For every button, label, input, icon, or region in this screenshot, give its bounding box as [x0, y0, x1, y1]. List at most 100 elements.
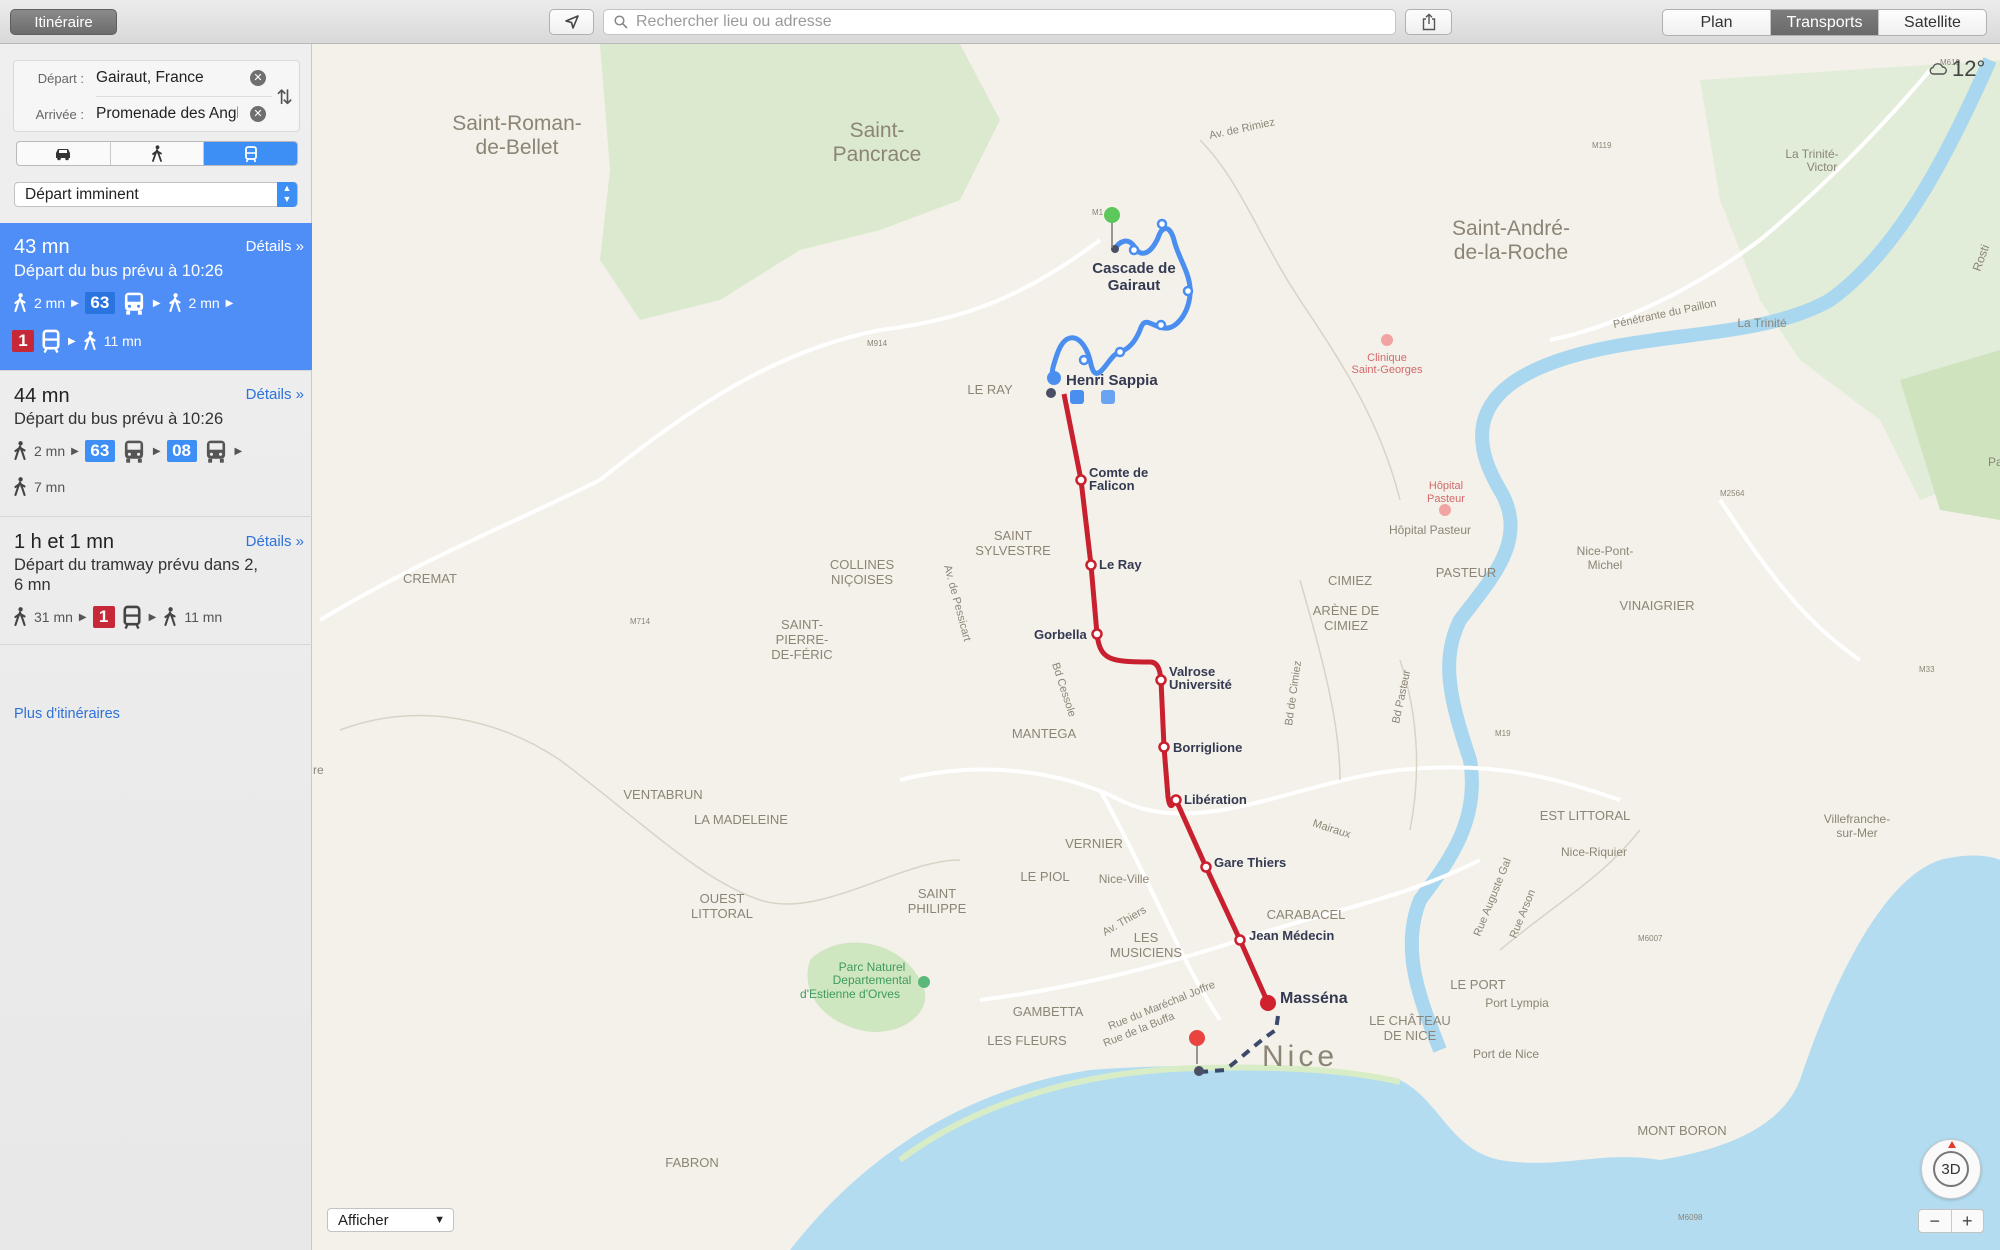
walk-icon	[14, 477, 26, 497]
place-label: Nice-Pont-	[1577, 544, 1634, 558]
depart-label: Départ :	[37, 70, 84, 86]
walk-duration: 2 mn	[34, 295, 66, 311]
hospital-icon	[1381, 334, 1393, 346]
itinerary-button[interactable]: Itinéraire	[10, 9, 117, 35]
place-label: MONT BORON	[1637, 1123, 1726, 1138]
walk-duration: 31 mn	[34, 609, 73, 625]
step-arrow-icon: ▶	[225, 297, 234, 309]
swap-icon[interactable]: ⇅	[276, 85, 293, 110]
place-label: Port de Nice	[1473, 1047, 1539, 1061]
place-label: Pa	[1988, 455, 2000, 469]
stop-label: Le Ray	[1099, 557, 1142, 572]
step-arrow-icon: ▶	[152, 297, 161, 309]
bus-stop-icon	[1070, 390, 1084, 404]
road-label: M2564	[1720, 489, 1745, 498]
place-label: sur-Mer	[1836, 826, 1877, 840]
map-canvas[interactable]: Saint-Roman- de-Bellet Saint- Pancrace S…	[312, 44, 2000, 1250]
search-input[interactable]	[634, 12, 1395, 32]
place-label: Pancrace	[833, 143, 922, 166]
show-menu-select[interactable]: Afficher ▼	[327, 1208, 454, 1232]
clear-arrive-icon[interactable]: ✕	[250, 106, 266, 122]
more-routes-link[interactable]: Plus d'itinéraires	[14, 706, 120, 722]
tram-icon	[244, 145, 257, 162]
place-label: Clinique	[1367, 352, 1407, 364]
route-duration: 43 mn	[14, 236, 70, 258]
place-label: LE PORT	[1450, 977, 1505, 992]
road-label: M914	[867, 339, 888, 348]
road-label: M6007	[1638, 934, 1663, 943]
arrive-label: Arrivée :	[35, 106, 84, 122]
compass-3d-button[interactable]: 3D	[1921, 1139, 1981, 1199]
details-link[interactable]: Détails »	[246, 386, 304, 403]
cloud-icon	[1929, 63, 1947, 75]
place-label: La Trinité	[1737, 316, 1787, 330]
bus-transfer-marker	[1047, 371, 1061, 385]
place-label: ARÈNE DE	[1313, 603, 1380, 618]
map-mode-satellite[interactable]: Satellite	[1878, 10, 1986, 35]
stop-label: Jean Médecin	[1249, 928, 1334, 943]
tram-line-badge: 1	[92, 606, 115, 628]
end-dot	[1194, 1066, 1204, 1076]
step-arrow-icon: ▶	[234, 445, 243, 457]
place-label: DE NICE	[1384, 1028, 1437, 1043]
map-mode-plan[interactable]: Plan	[1663, 10, 1770, 35]
mode-transit[interactable]	[203, 142, 297, 165]
route-steps: 2 mn ▶ 63 ▶ 2 mn ▶	[12, 290, 233, 316]
route-steps: 2 mn ▶ 63 ▶ 08 ▶	[12, 438, 242, 464]
details-link[interactable]: Détails »	[246, 238, 304, 255]
place-label: OUEST	[700, 891, 745, 906]
map-view[interactable]: Saint-Roman- de-Bellet Saint- Pancrace S…	[312, 44, 2000, 1250]
toolbar: Itinéraire Plan Transports Satellite	[0, 0, 2000, 44]
share-button[interactable]	[1405, 9, 1452, 35]
place-label: Hôpital	[1429, 480, 1463, 492]
route-option-1[interactable]: 43 mn Détails » Départ du bus prévu à 10…	[0, 223, 312, 371]
mode-car[interactable]	[17, 142, 110, 165]
route-steps: 31 mn ▶ 1 ▶ 11 mn	[12, 604, 222, 630]
place-label: LES FLEURS	[987, 1033, 1067, 1048]
place-label: Port Lympia	[1485, 996, 1549, 1010]
mode-walk[interactable]	[109, 142, 204, 165]
map-mode-transports[interactable]: Transports	[1770, 10, 1878, 35]
route-option-2[interactable]: 44 mn Détails » Départ du bus prévu à 10…	[0, 371, 312, 517]
city-label: Nice	[1262, 1040, 1338, 1073]
place-label: SYLVESTRE	[975, 543, 1051, 558]
zoom-in-button[interactable]: +	[1950, 1210, 1984, 1232]
road-label: M19	[1495, 729, 1511, 738]
walk-icon	[14, 441, 26, 461]
temperature-value: 12°	[1952, 56, 1986, 81]
place-label: de-Bellet	[476, 136, 559, 159]
place-label: MUSICIENS	[1110, 945, 1183, 960]
route-steps-continued: 7 mn	[12, 475, 65, 499]
stop-label: Gorbella	[1034, 627, 1088, 642]
bus-icon	[206, 440, 225, 463]
bus-line-badge: 08	[166, 440, 197, 462]
directions-sidebar: Départ : Gairaut, France ✕ Arrivée : Pro…	[0, 44, 312, 1250]
travel-mode-control	[16, 141, 298, 166]
place-label: de-la-Roche	[1454, 241, 1568, 264]
route-option-3[interactable]: 1 h et 1 mn Détails » Départ du tramway …	[0, 517, 312, 645]
place-label: LITTORAL	[691, 906, 753, 921]
place-label: La Trinité-	[1785, 147, 1838, 161]
arrive-field[interactable]: Promenade des Anglais	[96, 105, 238, 123]
bus-line-badge: 63	[84, 440, 115, 462]
road-label: M33	[1919, 665, 1935, 674]
depart-field[interactable]: Gairaut, France	[96, 69, 238, 87]
walk-icon	[14, 293, 26, 313]
walk-duration: 2 mn	[34, 443, 66, 459]
details-link[interactable]: Détails »	[246, 533, 304, 550]
place-label: CIMIEZ	[1324, 618, 1368, 633]
stop-label: Falicon	[1089, 478, 1135, 493]
tram-line-badge: 1	[12, 330, 34, 352]
place-label: DE-FÉRIC	[771, 647, 832, 662]
current-location-button[interactable]	[549, 9, 594, 35]
search-field[interactable]	[603, 9, 1396, 35]
tram-end-marker	[1260, 995, 1276, 1011]
place-label: CIMIEZ	[1328, 573, 1372, 588]
place-label: PASTEUR	[1436, 565, 1496, 580]
place-label: LES	[1134, 930, 1159, 945]
zoom-out-button[interactable]: −	[1919, 1210, 1951, 1232]
place-label: PHILIPPE	[908, 901, 967, 916]
place-label: Nice-Ville	[1099, 872, 1150, 886]
departure-time-select[interactable]: Départ imminent ▲ ▼	[14, 182, 298, 207]
clear-depart-icon[interactable]: ✕	[250, 70, 266, 86]
